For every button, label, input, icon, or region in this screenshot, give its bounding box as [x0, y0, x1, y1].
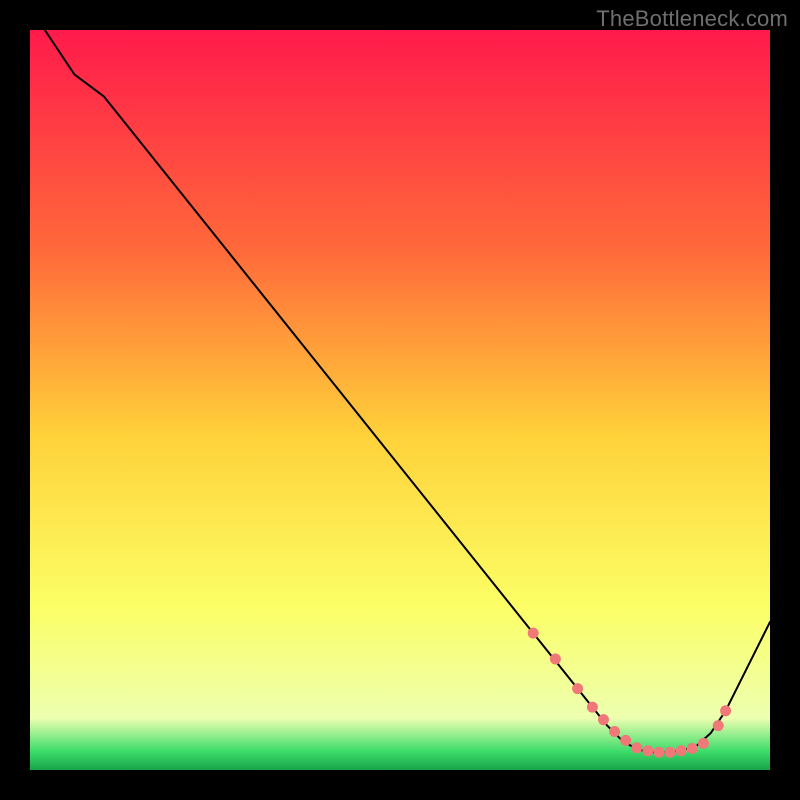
curve-marker	[687, 743, 698, 754]
plot-area	[30, 30, 770, 770]
curve-marker	[572, 683, 583, 694]
curve-marker	[587, 702, 598, 713]
watermark-text: TheBottleneck.com	[596, 6, 788, 32]
chart-stage: TheBottleneck.com	[0, 0, 800, 800]
curve-marker	[665, 747, 676, 758]
curve-marker	[528, 628, 539, 639]
curve-marker	[642, 745, 653, 756]
curve-marker	[550, 654, 561, 665]
curve-marker	[631, 742, 642, 753]
curve-marker	[698, 738, 709, 749]
curve-marker	[720, 705, 731, 716]
curve-marker	[713, 720, 724, 731]
curve-marker	[620, 735, 631, 746]
gradient-background	[30, 30, 770, 770]
curve-marker	[609, 726, 620, 737]
chart-svg	[30, 30, 770, 770]
curve-marker	[598, 714, 609, 725]
curve-marker	[654, 747, 665, 758]
curve-marker	[676, 745, 687, 756]
